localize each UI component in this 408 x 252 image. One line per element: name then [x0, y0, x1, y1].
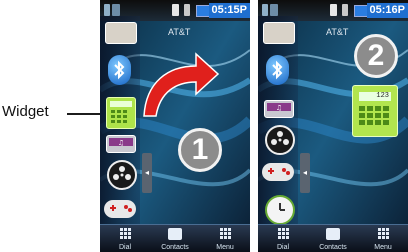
music-widget-icon[interactable]: ♫ [106, 135, 136, 153]
widget-callout-label: Widget [2, 103, 49, 120]
contacts-button[interactable]: Contacts [308, 225, 358, 252]
gamepad-icon [110, 205, 132, 212]
phone-screen-2: 05:16P AT&T ♫ ◂ 2 123 Dial Contacts Menu [258, 0, 408, 252]
game-widget-icon[interactable] [262, 163, 294, 181]
gamepad-icon [268, 168, 290, 175]
menu-button[interactable]: Menu [200, 225, 250, 252]
volume-icon [184, 4, 190, 16]
music-widget-icon[interactable]: ♫ [264, 100, 294, 118]
menu-grid-icon [376, 228, 390, 240]
drag-arrow-icon [143, 52, 220, 117]
svg-text:♫: ♫ [118, 139, 124, 147]
dial-label: Dial [118, 244, 132, 251]
dialpad-icon [276, 228, 290, 240]
calculator-icon [110, 101, 132, 123]
bottom-dock: Dial Contacts Menu [258, 224, 408, 252]
contacts-label: Contacts [319, 244, 347, 251]
phone-screen-1: 05:15P AT&T ♫ ◂ 1 Dial Contacts Menu [100, 0, 250, 252]
bluetooth-icon [114, 60, 125, 80]
volume-icon [342, 4, 348, 16]
music-note-icon: ♫ [267, 103, 291, 112]
contacts-phone-icon [168, 228, 182, 240]
calculator-keypad [359, 106, 391, 130]
svg-text:♫: ♫ [276, 104, 282, 112]
bluetooth-widget-icon[interactable] [266, 55, 289, 85]
film-reel-widget-icon[interactable] [265, 125, 295, 155]
tray-collapse-handle[interactable]: ◂ [300, 153, 310, 193]
signal-icon [262, 4, 268, 16]
network-icon [112, 4, 120, 16]
tray-collapse-handle[interactable]: ◂ [142, 153, 152, 193]
menu-button[interactable]: Menu [358, 225, 408, 252]
music-note-icon: ♫ [109, 138, 133, 147]
contacts-phone-icon [326, 228, 340, 240]
dial-button[interactable]: Dial [258, 225, 308, 252]
dial-button[interactable]: Dial [100, 225, 150, 252]
alarm-clock-icon [279, 203, 285, 211]
menu-grid-icon [218, 228, 232, 240]
carrier-label: AT&T [326, 27, 349, 37]
dialpad-icon [118, 228, 132, 240]
carrier-label: AT&T [168, 27, 191, 37]
bottom-dock: Dial Contacts Menu [100, 224, 250, 252]
menu-label: Menu [374, 244, 392, 251]
contacts-label: Contacts [161, 244, 189, 251]
signal-icon [104, 4, 110, 16]
photo-widget-icon[interactable] [263, 22, 295, 44]
step-number-badge: 2 [354, 34, 398, 78]
calculator-widget[interactable]: 123 [352, 85, 398, 137]
calculator-display: 123 [359, 92, 391, 101]
film-reel-icon [113, 166, 131, 180]
bluetooth-widget-icon[interactable] [108, 55, 131, 85]
sim-icon [330, 4, 337, 16]
film-reel-widget-icon[interactable] [107, 160, 137, 190]
alarm-clock-widget-icon[interactable] [265, 195, 295, 225]
dial-label: Dial [276, 244, 290, 251]
photo-widget-icon[interactable] [105, 22, 137, 44]
callout-leader-line [67, 113, 103, 115]
bluetooth-icon [272, 60, 283, 80]
menu-label: Menu [216, 244, 234, 251]
status-time: 05:16P [366, 3, 408, 18]
game-widget-icon[interactable] [104, 200, 136, 218]
contacts-button[interactable]: Contacts [150, 225, 200, 252]
calculator-widget-icon[interactable] [106, 97, 136, 129]
sim-icon [172, 4, 179, 16]
status-time: 05:15P [208, 3, 250, 18]
network-icon [270, 4, 278, 16]
film-reel-icon [271, 131, 289, 145]
step-number-badge: 1 [178, 128, 222, 172]
